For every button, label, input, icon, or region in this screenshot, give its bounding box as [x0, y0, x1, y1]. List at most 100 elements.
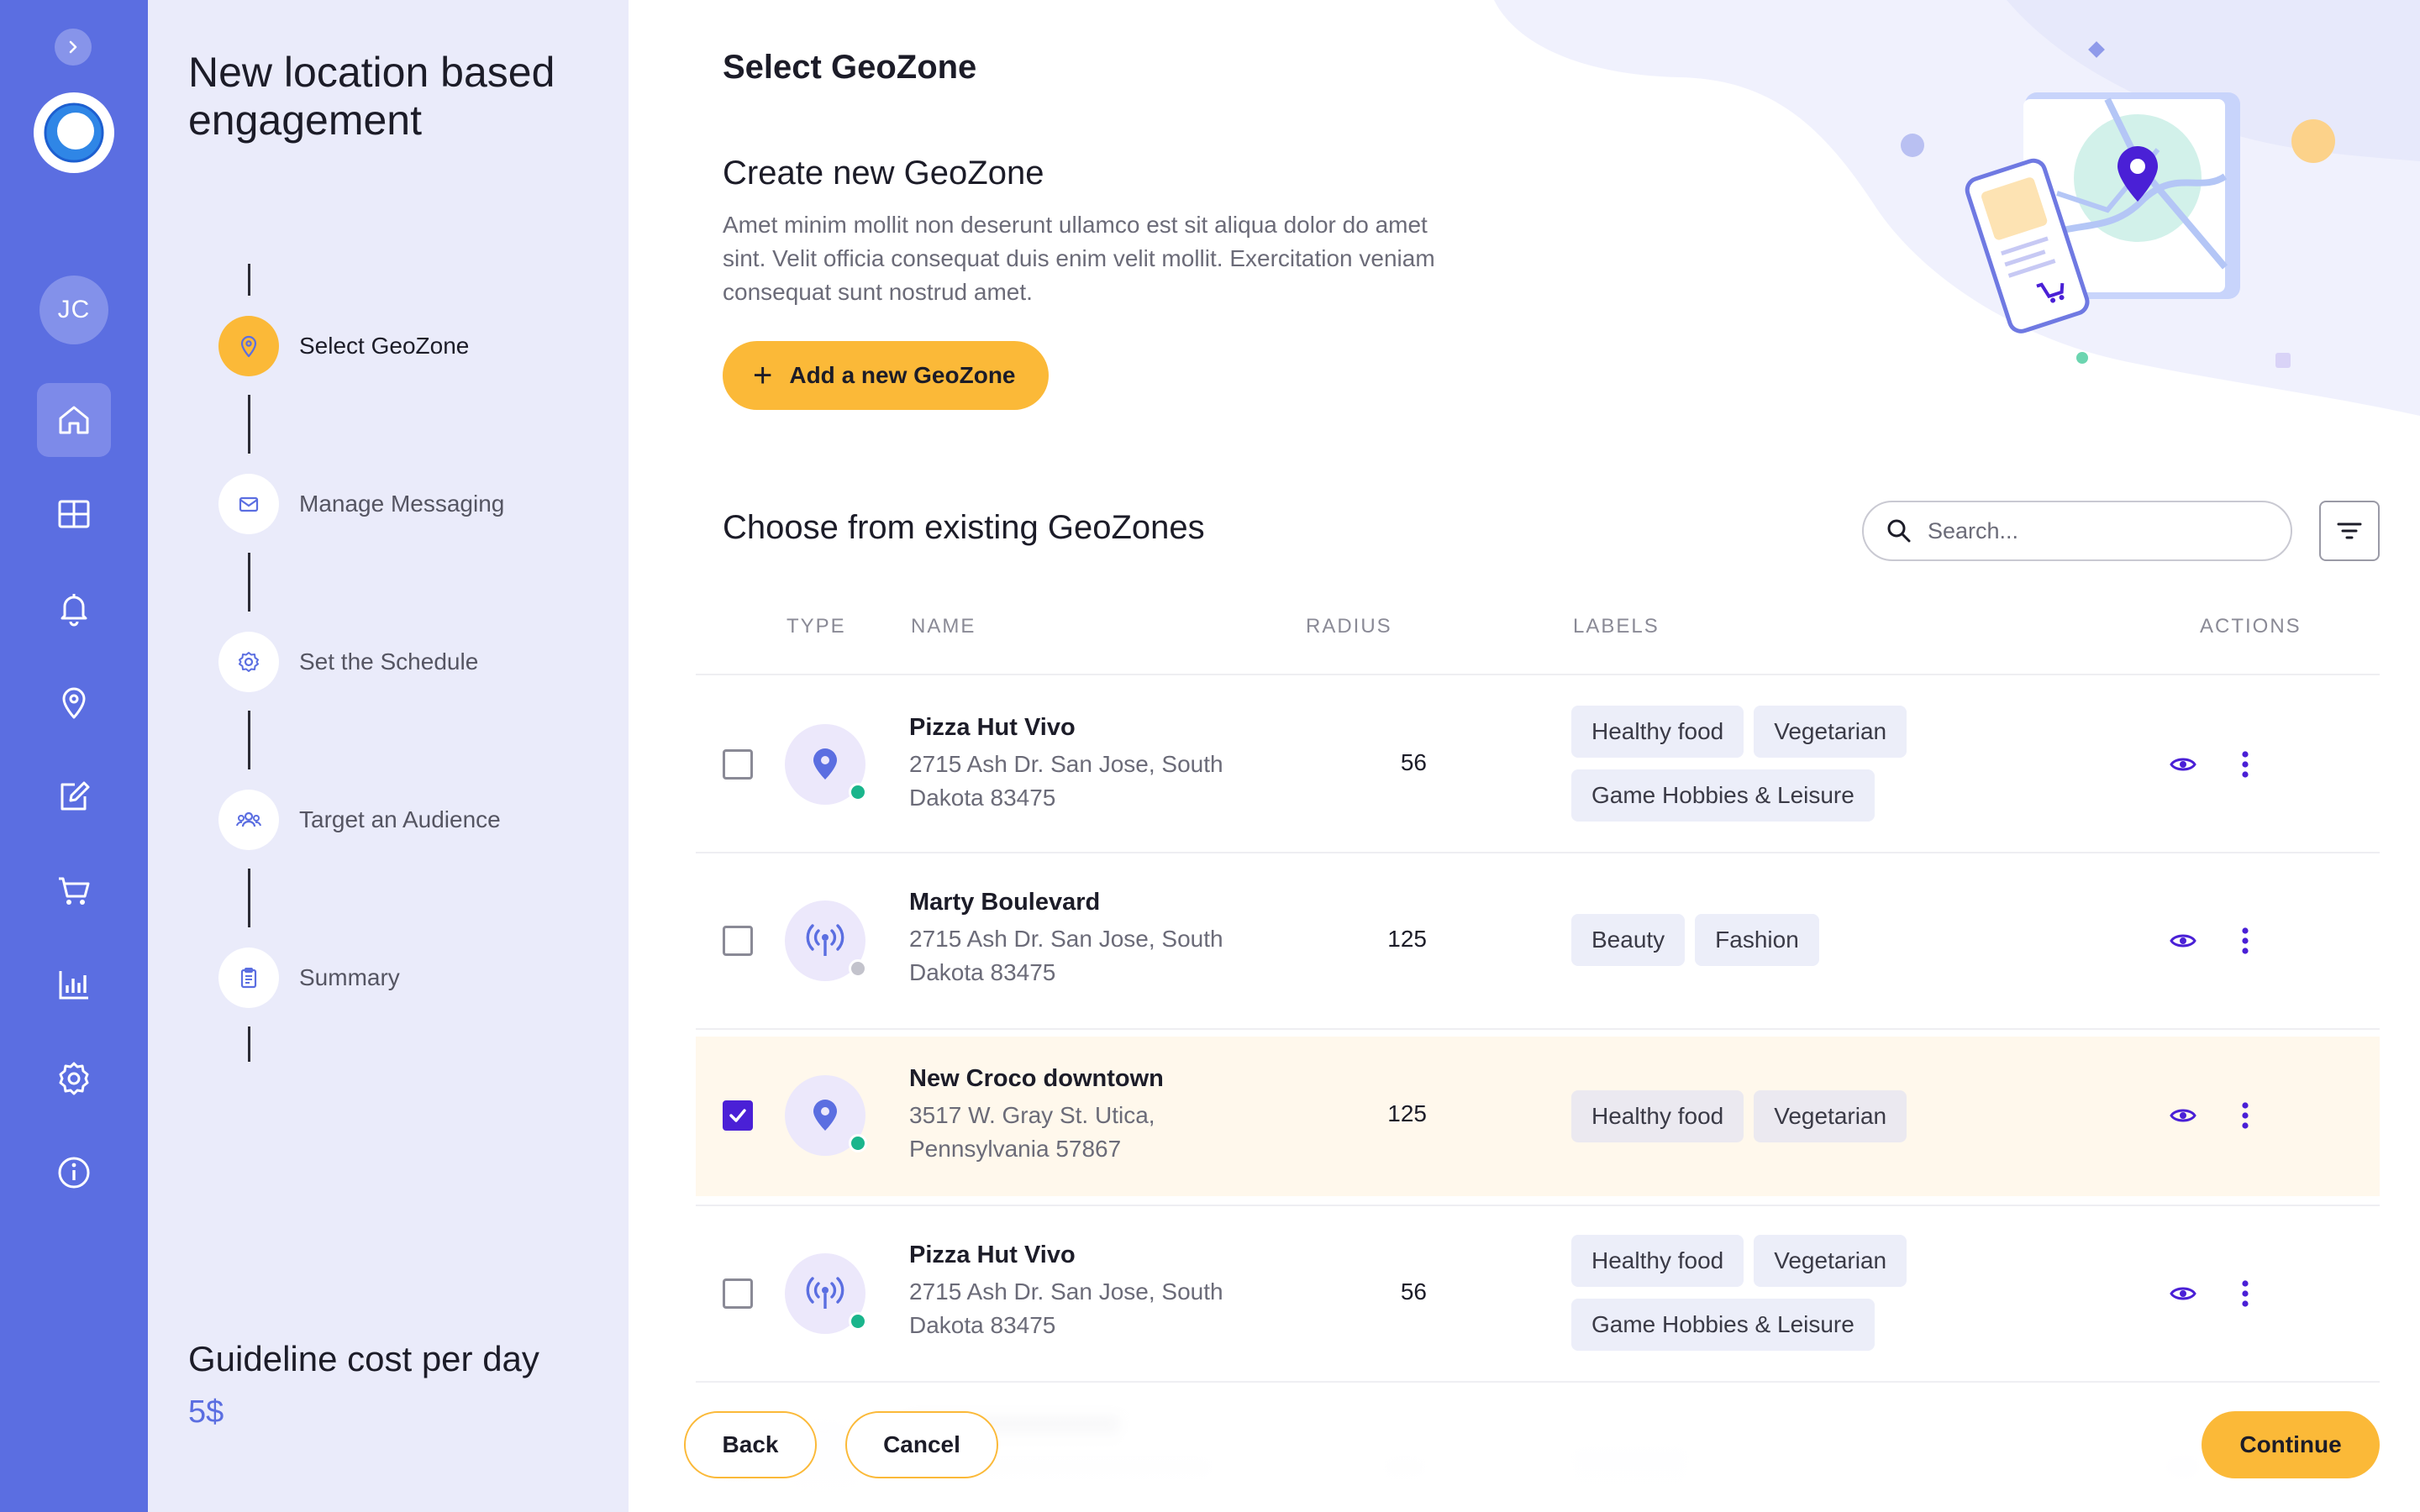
edit-icon [60, 781, 90, 811]
main-content: Select GeoZone Create new GeoZone Amet m… [629, 0, 2420, 1512]
map-pin-icon [62, 687, 86, 719]
wizard-steps-panel: New location based engagement Select Geo… [148, 0, 629, 1512]
clipboard-icon [240, 968, 257, 989]
geozone-name: Pizza Hut Vivo [909, 714, 1076, 741]
table-row-selected[interactable]: New Croco downtown 3517 W. Gray St. Utic… [696, 1037, 2380, 1196]
row-checkbox[interactable] [723, 749, 753, 780]
more-actions-button[interactable] [2230, 1278, 2260, 1309]
collapse-sidebar-button[interactable] [55, 29, 92, 66]
user-avatar[interactable]: JC [39, 276, 108, 344]
step-label: Target an Audience [299, 806, 501, 832]
nav-dashboard[interactable] [37, 477, 111, 551]
label-chip: Beauty [1571, 914, 1686, 966]
table-row[interactable]: Pizza Hut Vivo 2715 Ash Dr. San Jose, So… [696, 677, 2380, 852]
label-chip: Vegetarian [1754, 1090, 1907, 1142]
map-pin-icon [813, 748, 837, 780]
row-checkbox[interactable] [723, 1278, 753, 1309]
column-header-labels: LABELS [1573, 615, 1660, 638]
column-header-type: TYPE [786, 615, 846, 638]
step-connector [248, 869, 250, 927]
geozone-labels: Healthy food Vegetarian [1571, 1090, 1975, 1142]
cancel-button[interactable]: Cancel [845, 1411, 998, 1478]
table-row[interactable]: Marty Boulevard 2715 Ash Dr. San Jose, S… [696, 853, 2380, 1028]
step-manage-messaging[interactable]: Manage Messaging [218, 474, 504, 534]
step-connector [248, 1026, 250, 1062]
nav-info[interactable] [37, 1136, 111, 1210]
step-target-audience[interactable]: Target an Audience [218, 790, 501, 850]
search-box [1862, 501, 2292, 561]
geozone-radius: 125 [1387, 1100, 1427, 1126]
app-logo[interactable] [34, 92, 114, 173]
checkmark-icon [729, 1109, 746, 1122]
more-vertical-icon [2242, 1102, 2249, 1129]
table-row[interactable]: Pizza Hut Vivo 2715 Ash Dr. San Jose, So… [696, 1206, 2380, 1381]
geozone-address: 2715 Ash Dr. San Jose, South Dakota 8347… [909, 1278, 1223, 1338]
label-chip: Healthy food [1571, 706, 1744, 758]
table-divider [696, 674, 2380, 675]
step-label: Manage Messaging [299, 491, 505, 517]
row-checkbox-checked[interactable] [723, 1100, 753, 1131]
mail-icon [239, 496, 259, 512]
geozone-address: 2715 Ash Dr. San Jose, South Dakota 8347… [909, 751, 1223, 811]
bell-icon [60, 594, 87, 627]
wizard-title: New location based engagement [188, 49, 555, 144]
more-actions-button[interactable] [2230, 749, 2260, 780]
create-geozone-description: Amet minim mollit non deserunt ullamco e… [723, 212, 1435, 305]
step-set-schedule[interactable]: Set the Schedule [218, 632, 478, 692]
step-connector [248, 395, 250, 454]
geozone-type-badge [785, 900, 867, 981]
nav-notifications[interactable] [37, 571, 111, 645]
nav-settings[interactable] [37, 1042, 111, 1116]
existing-geozones-heading: Choose from existing GeoZones [723, 509, 1205, 546]
cost-per-day-value: 5$ [188, 1394, 224, 1430]
geozone-labels: Healthy food Vegetarian Game Hobbies & L… [1571, 706, 1975, 822]
search-input[interactable] [1928, 517, 2264, 544]
icon-rail: JC [0, 0, 148, 1512]
filter-icon [2337, 522, 2362, 539]
continue-button[interactable]: Continue [2202, 1411, 2380, 1478]
geozone-name: New Croco downtown [909, 1065, 1164, 1092]
step-summary[interactable]: Summary [218, 948, 400, 1008]
view-button[interactable] [2168, 749, 2198, 780]
nav-home[interactable] [37, 383, 111, 457]
bar-chart-icon [59, 971, 88, 1000]
column-header-radius[interactable]: RADIUS [1306, 615, 1392, 638]
step-select-geozone[interactable]: Select GeoZone [218, 316, 469, 376]
nav-analytics[interactable] [37, 948, 111, 1021]
table-divider [696, 1028, 2380, 1030]
broadcast-icon [806, 1277, 844, 1309]
status-dot-active [849, 1312, 867, 1331]
gear-icon [59, 1062, 89, 1095]
label-chip: Healthy food [1571, 1235, 1744, 1287]
more-actions-button[interactable] [2230, 926, 2260, 956]
more-actions-button[interactable] [2230, 1100, 2260, 1131]
grid-icon [58, 500, 90, 528]
view-button[interactable] [2168, 1278, 2198, 1309]
filter-button[interactable] [2319, 501, 2380, 561]
column-header-actions: ACTIONS [2200, 615, 2302, 638]
view-button[interactable] [2168, 926, 2198, 956]
more-vertical-icon [2242, 751, 2249, 778]
broadcast-icon [806, 924, 844, 956]
step-label: Set the Schedule [299, 648, 479, 675]
map-pin-icon [240, 335, 257, 358]
step-label: Select GeoZone [299, 333, 470, 359]
create-geozone-heading: Create new GeoZone [723, 155, 1044, 192]
eye-icon [2170, 1109, 2196, 1122]
add-geozone-button[interactable]: + Add a new GeoZone [723, 341, 1049, 410]
view-button[interactable] [2168, 1100, 2198, 1131]
step-connector [248, 553, 250, 612]
geozone-radius: 56 [1400, 1278, 1427, 1305]
more-vertical-icon [2242, 927, 2249, 954]
label-chip: Fashion [1695, 914, 1819, 966]
nav-commerce[interactable] [37, 853, 111, 927]
column-header-name[interactable]: NAME [911, 615, 976, 638]
more-vertical-icon [2242, 1280, 2249, 1307]
geozone-radius: 125 [1387, 926, 1427, 952]
nav-locations[interactable] [37, 665, 111, 739]
geozone-name: Pizza Hut Vivo [909, 1242, 1076, 1268]
back-button[interactable]: Back [684, 1411, 817, 1478]
nav-compose[interactable] [37, 759, 111, 833]
row-checkbox[interactable] [723, 926, 753, 956]
people-icon [236, 811, 261, 827]
